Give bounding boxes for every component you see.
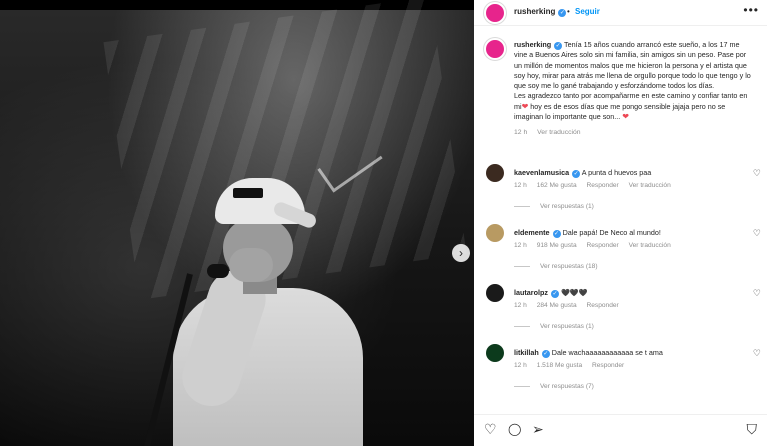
bookmark-icon[interactable]: ⛉ xyxy=(747,422,758,436)
comment-like-heart-icon[interactable]: ♡ xyxy=(753,288,761,299)
heart-icon[interactable]: ♡ xyxy=(484,422,497,436)
reply-button[interactable]: Responder xyxy=(587,242,619,249)
view-replies-button[interactable]: Ver respuestas (1) xyxy=(514,323,594,330)
view-replies-label[interactable]: Ver respuestas (7) xyxy=(540,383,594,390)
reply-button[interactable]: Responder xyxy=(587,182,619,189)
header-separator: • xyxy=(567,7,570,16)
reply-button[interactable]: Responder xyxy=(587,302,619,309)
more-options-icon[interactable]: ••• xyxy=(743,3,759,17)
verified-badge-icon: ✓ xyxy=(558,9,567,17)
comment-item: lautarolpz ✓ 🖤🖤🖤 12 h 284 Me gusta Respon… xyxy=(474,284,767,340)
singer-hand xyxy=(229,248,273,282)
share-icon[interactable]: ➢ xyxy=(532,422,544,436)
comment-likes[interactable]: 918 Me gusta xyxy=(537,242,577,249)
comment-text-row: litkillah ✓ Dale wachaaaaaaaaaaaa se t am… xyxy=(514,348,734,358)
comment-time: 12 h xyxy=(514,302,527,309)
comment-likes[interactable]: 1.518 Me gusta xyxy=(537,362,582,369)
comment-time: 12 h xyxy=(514,182,527,189)
author-username-text[interactable]: rusherking xyxy=(514,7,555,16)
replies-divider xyxy=(514,205,530,207)
commenter-username[interactable]: eldemente xyxy=(514,228,550,237)
verified-badge-icon: ✓ xyxy=(572,170,581,178)
verified-badge-icon: ✓ xyxy=(550,290,559,298)
verified-badge-icon: ✓ xyxy=(541,350,550,358)
view-replies-label[interactable]: Ver respuestas (1) xyxy=(540,323,594,330)
cap-logo xyxy=(233,188,263,198)
comment-like-heart-icon[interactable]: ♡ xyxy=(753,228,761,239)
commenter-username[interactable]: litkillah xyxy=(514,348,539,357)
replies-divider xyxy=(514,265,530,267)
comment-item: kaevenlamusica ✓ A punta d huevos paa 12 … xyxy=(474,164,767,220)
view-replies-label[interactable]: Ver respuestas (18) xyxy=(540,263,598,270)
post-action-bar: ♡ ◯ ➢ ⛉ xyxy=(474,414,767,446)
caption-time: 12 h xyxy=(514,129,528,137)
comment-likes[interactable]: 162 Me gusta xyxy=(537,182,577,189)
comment-meta: 12 h 918 Me gusta Responder Ver traducci… xyxy=(514,242,679,249)
microphone xyxy=(207,264,229,278)
translate-link[interactable]: Ver traducción xyxy=(629,242,671,249)
comment-like-heart-icon[interactable]: ♡ xyxy=(753,168,761,179)
comment-text-row: eldemente ✓ Dale papá! De Neco al mundo! xyxy=(514,228,734,238)
caption-username[interactable]: rusherking xyxy=(514,40,551,49)
caption-text-3: hoy es de esos días que me pongo sensibl… xyxy=(514,101,726,122)
follow-button[interactable]: Seguir xyxy=(575,7,600,16)
view-replies-button[interactable]: Ver respuestas (18) xyxy=(514,263,598,270)
commenter-avatar[interactable] xyxy=(486,224,504,242)
author-username[interactable]: rusherking ✓ xyxy=(514,7,567,17)
comment-time: 12 h xyxy=(514,362,527,369)
comment-time: 12 h xyxy=(514,242,527,249)
verified-badge-icon: ✓ xyxy=(554,42,563,50)
comment-item: eldemente ✓ Dale papá! De Neco al mundo! … xyxy=(474,224,767,280)
comment-meta: 12 h 162 Me gusta Responder Ver traducci… xyxy=(514,182,679,189)
commenter-avatar[interactable] xyxy=(486,164,504,182)
reply-button[interactable]: Responder xyxy=(592,362,624,369)
commenter-avatar[interactable] xyxy=(486,344,504,362)
caption-body: rusherking ✓ Tenía 15 años cuando arrancó… xyxy=(514,40,754,139)
comment-text-row: lautarolpz ✓ 🖤🖤🖤 xyxy=(514,288,734,298)
comment-icon[interactable]: ◯ xyxy=(508,422,521,436)
photo-singer xyxy=(143,178,375,446)
comment-text: Dale wachaaaaaaaaaaaa se t ama xyxy=(551,348,663,357)
comment-text: 🖤🖤🖤 xyxy=(560,288,588,297)
view-replies-button[interactable]: Ver respuestas (7) xyxy=(514,383,594,390)
comment-meta: 12 h 284 Me gusta Responder xyxy=(514,302,627,309)
caption-avatar[interactable] xyxy=(484,38,506,60)
comment-item: litkillah ✓ Dale wachaaaaaaaaaaaa se t am… xyxy=(474,344,767,400)
verified-badge-icon: ✓ xyxy=(552,230,561,238)
red-heart-icon: ❤ xyxy=(622,112,629,122)
replies-divider xyxy=(514,325,530,327)
post-side-panel: rusherking ✓ • Seguir ••• rusherking ✓ Ten… xyxy=(474,0,767,446)
comment-like-heart-icon[interactable]: ♡ xyxy=(753,348,761,359)
view-replies-label[interactable]: Ver respuestas (1) xyxy=(540,203,594,210)
comment-likes[interactable]: 284 Me gusta xyxy=(537,302,577,309)
comment-meta: 12 h 1.518 Me gusta Responder xyxy=(514,362,632,369)
view-replies-button[interactable]: Ver respuestas (1) xyxy=(514,203,594,210)
commenter-avatar[interactable] xyxy=(486,284,504,302)
comment-text: A punta d huevos paa xyxy=(581,168,652,177)
post-header: rusherking ✓ • Seguir ••• xyxy=(474,0,767,26)
next-photo-button[interactable]: › xyxy=(452,244,470,262)
translate-link[interactable]: Ver traducción xyxy=(629,182,671,189)
commenter-username[interactable]: kaevenlamusica xyxy=(514,168,569,177)
caption-translate-link[interactable]: Ver traducción xyxy=(537,129,580,136)
comment-text: Dale papá! De Neco al mundo! xyxy=(562,228,661,237)
replies-divider xyxy=(514,385,530,387)
caption-meta: 12 h Ver traducción xyxy=(514,128,754,138)
comment-text-row: kaevenlamusica ✓ A punta d huevos paa xyxy=(514,168,734,178)
author-avatar[interactable] xyxy=(484,2,506,24)
chevron-right-icon: › xyxy=(459,246,463,260)
post-photo[interactable]: › xyxy=(0,0,474,446)
commenter-username[interactable]: lautarolpz xyxy=(514,288,548,297)
